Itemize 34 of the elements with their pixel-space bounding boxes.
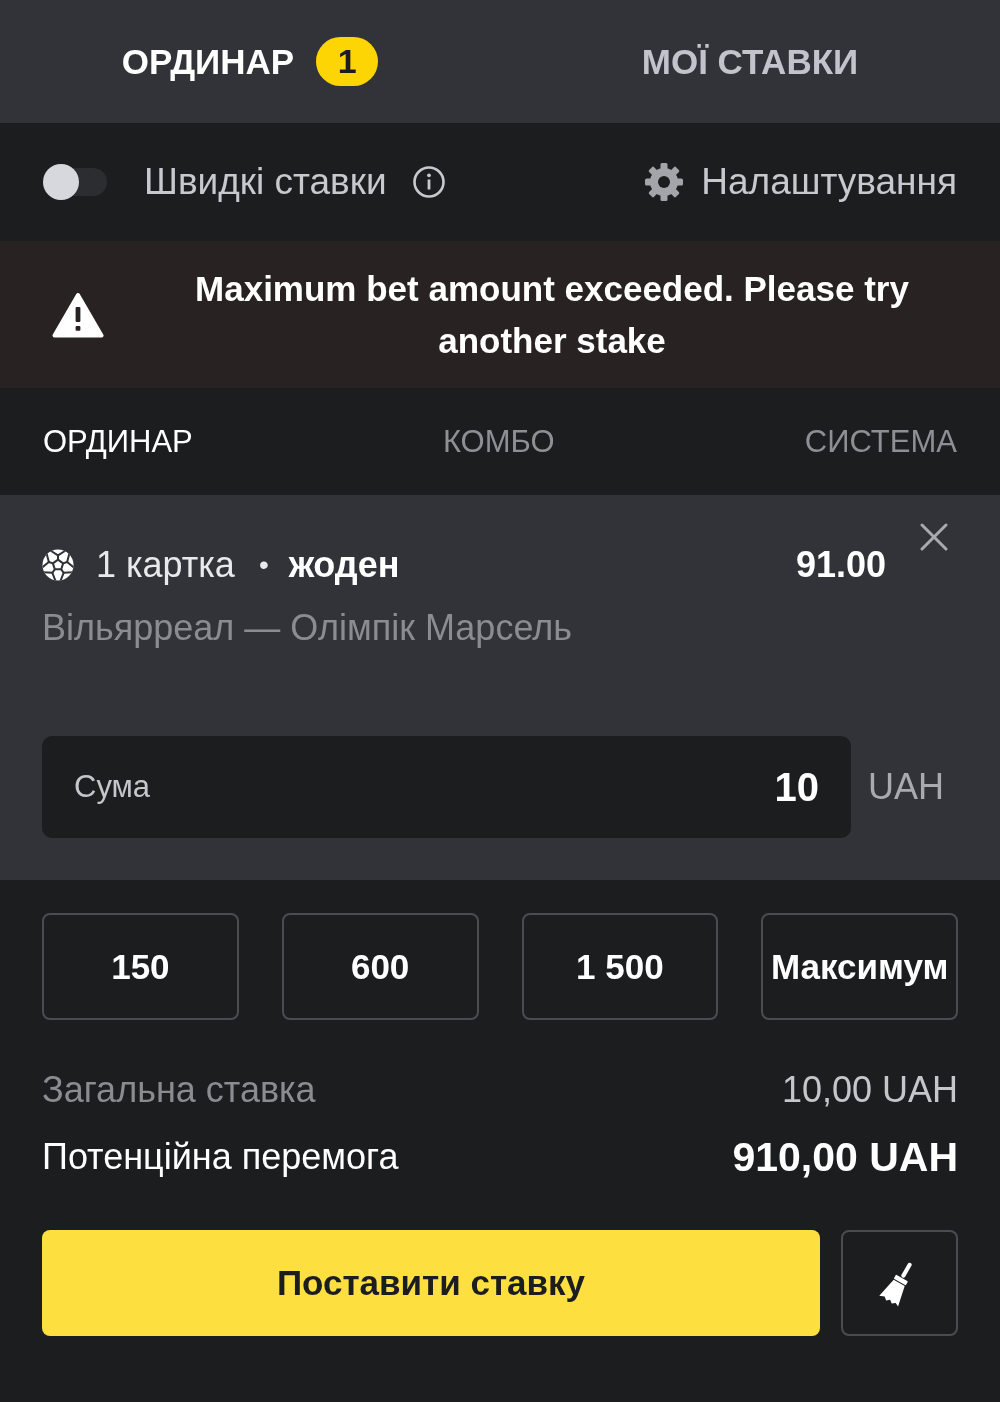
stake-field[interactable]: Сума 10 <box>42 736 851 838</box>
tab[interactable]: МОЇ СТАВКИ <box>641 35 859 88</box>
settings-button[interactable]: Налаштування <box>644 161 957 203</box>
tab[interactable]: ОРДИНАР <box>43 419 193 464</box>
warning-icon <box>52 291 104 338</box>
separator-dot: • <box>258 549 269 581</box>
stake-input[interactable]: 10 <box>150 764 819 810</box>
soccer-ball-icon <box>42 549 74 581</box>
quick-amount-button[interactable]: 150 <box>42 913 239 1020</box>
alert-message: Maximum bet amount exceeded. Please try another stake <box>194 267 910 362</box>
outcome-label: жоден <box>288 544 400 586</box>
potential-win-value: 910,00 UAH <box>732 1133 958 1181</box>
quick-amount-button[interactable]: 600 <box>281 913 479 1020</box>
tab[interactable]: КОМБО <box>442 419 555 464</box>
settings-icon <box>644 162 685 202</box>
stake-label: Сума <box>74 769 151 805</box>
total-stake-label: Загальна ставка <box>42 1069 316 1111</box>
quick-amount-button[interactable]: Максимум <box>761 913 958 1020</box>
tab[interactable]: СИСТЕМА <box>804 419 957 464</box>
toggle-switch[interactable] <box>43 164 107 200</box>
match-name: Вільярреал — Олімпік Марсель <box>42 606 573 650</box>
market-label: 1 картка <box>96 544 235 586</box>
close-icon <box>920 523 948 551</box>
currency-label: UAH <box>868 766 944 808</box>
count-badge: 1 <box>316 37 379 86</box>
potential-win-label: Потенційна перемога <box>42 1136 399 1178</box>
odds-value: 91.00 <box>795 545 886 585</box>
info-icon[interactable] <box>412 166 445 198</box>
tab[interactable]: ОРДИНАР 1 <box>121 31 379 92</box>
quick-amount-button[interactable]: 1 500 <box>521 913 719 1020</box>
quick-bets-label: Швидкі ставки <box>144 161 387 203</box>
clear-button[interactable] <box>841 1230 958 1336</box>
total-stake-value: 10,00 UAH <box>781 1069 958 1111</box>
place-bet-button[interactable]: Поставити ставку <box>42 1230 820 1336</box>
